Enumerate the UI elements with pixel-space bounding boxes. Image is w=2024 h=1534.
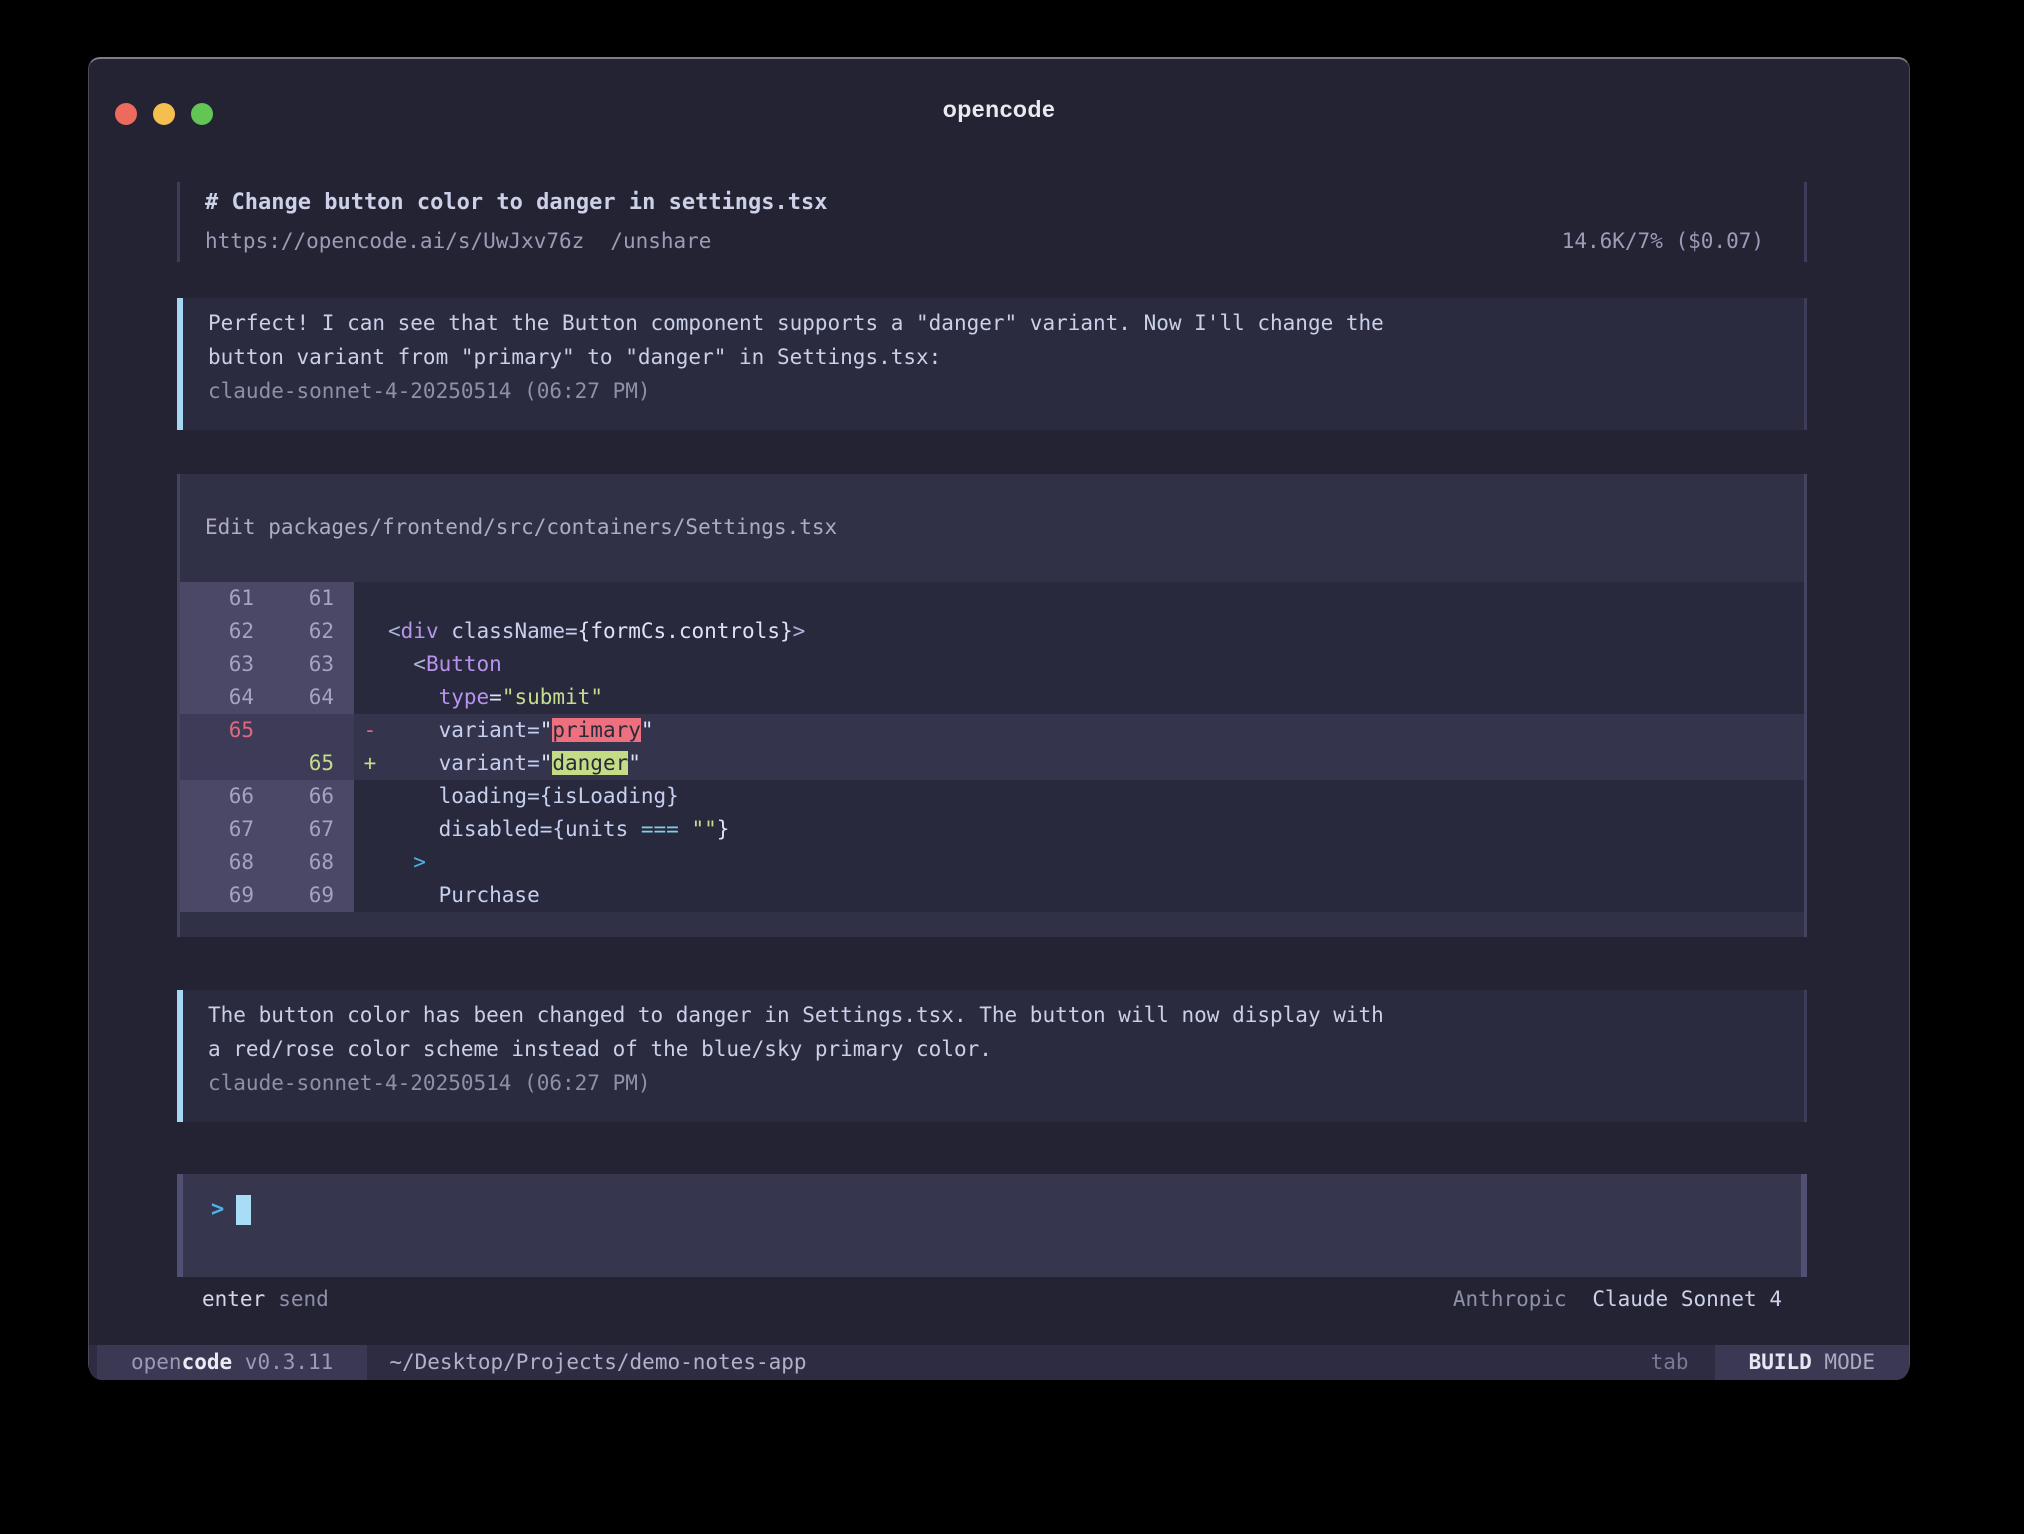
old-line-number: 69	[180, 879, 266, 912]
share-url: https://opencode.ai/s/UwJxv76z	[205, 222, 584, 260]
diff-gutter: 65	[180, 714, 354, 747]
working-directory: ~/Desktop/Projects/demo-notes-app	[389, 1345, 806, 1380]
new-line-number: 66	[266, 780, 354, 813]
session-header: # Change button color to danger in setti…	[177, 182, 1807, 262]
diff-marker	[354, 582, 386, 615]
diff-gutter: 6161	[180, 582, 354, 615]
old-line-number: 64	[180, 681, 266, 714]
diff-gutter: 6767	[180, 813, 354, 846]
mode-build-label: BUILD	[1749, 1350, 1812, 1374]
diff-row: 6363 <Button	[180, 648, 1804, 681]
new-line-number: 67	[266, 813, 354, 846]
diff-row: 65+ variant="danger"	[180, 747, 1804, 780]
app-name-code: code	[182, 1350, 233, 1374]
text-cursor	[236, 1195, 251, 1225]
new-line-number: 64	[266, 681, 354, 714]
diff-lines: 61616262 <div className={formCs.controls}…	[180, 582, 1804, 912]
new-line-number: 68	[266, 846, 354, 879]
diff-marker	[354, 879, 386, 912]
mode-toggle[interactable]: BUILD MODE	[1715, 1345, 1909, 1380]
diff-gutter: 6969	[180, 879, 354, 912]
diff-row: 6666 loading={isLoading}	[180, 780, 1804, 813]
diff-row: 6767 disabled={units === ""}	[180, 813, 1804, 846]
old-line-number: 61	[180, 582, 266, 615]
app-name-open: open	[131, 1350, 182, 1374]
diff-row: 6262 <div className={formCs.controls}>	[180, 615, 1804, 648]
message-line: button variant from "primary" to "danger…	[208, 340, 1779, 374]
screen: opencode # Change button color to danger…	[0, 0, 2024, 1534]
code-line: loading={isLoading}	[386, 780, 679, 813]
titlebar: opencode	[89, 59, 1909, 159]
new-line-number: 69	[266, 879, 354, 912]
message-line: The button color has been changed to dan…	[208, 998, 1779, 1032]
opencode-window: opencode # Change button color to danger…	[88, 57, 1910, 1378]
new-line-number: 62	[266, 615, 354, 648]
diff-row: 6969 Purchase	[180, 879, 1804, 912]
session-title: # Change button color to danger in setti…	[205, 184, 828, 222]
edit-tool-title: Edit packages/frontend/src/containers/Se…	[180, 474, 1804, 544]
new-line-number	[266, 714, 354, 747]
diff-row: 6868 >	[180, 846, 1804, 879]
old-line-number: 62	[180, 615, 266, 648]
assistant-message: Perfect! I can see that the Button compo…	[177, 298, 1807, 430]
new-line-number: 61	[266, 582, 354, 615]
diff-marker	[354, 846, 386, 879]
old-line-number: 63	[180, 648, 266, 681]
old-line-number: 65	[180, 714, 266, 747]
status-bar: opencode v0.3.11 ~/Desktop/Projects/demo…	[89, 1345, 1909, 1380]
mode-label: MODE	[1812, 1350, 1875, 1374]
assistant-message: The button color has been changed to dan…	[177, 990, 1807, 1122]
diff-row: 65 - variant="primary"	[180, 714, 1804, 747]
diff-marker	[354, 780, 386, 813]
code-line: Purchase	[386, 879, 540, 912]
app-version: v0.3.11	[232, 1350, 333, 1374]
new-line-number: 63	[266, 648, 354, 681]
old-line-number: 68	[180, 846, 266, 879]
code-line: <div className={formCs.controls}>	[386, 615, 805, 648]
prompt-input[interactable]: >	[177, 1174, 1807, 1277]
send-hint-label: send	[278, 1282, 329, 1316]
message-meta: claude-sonnet-4-20250514 (06:27 PM)	[208, 1066, 1779, 1100]
model-name: Claude Sonnet 4	[1592, 1287, 1782, 1311]
app-version-segment: opencode v0.3.11	[97, 1345, 367, 1380]
code-line: variant="primary"	[386, 714, 654, 747]
prompt-chevron: >	[211, 1193, 224, 1227]
diff-gutter: 6868	[180, 846, 354, 879]
code-line: variant="danger"	[386, 747, 641, 780]
model-provider: Anthropic	[1453, 1287, 1567, 1311]
diff-marker	[354, 681, 386, 714]
diff-gutter: 65	[180, 747, 354, 780]
enter-key-hint: enter	[202, 1282, 265, 1316]
message-line: Perfect! I can see that the Button compo…	[208, 306, 1779, 340]
diff-gutter: 6363	[180, 648, 354, 681]
edit-tool-block: Edit packages/frontend/src/containers/Se…	[177, 474, 1807, 937]
hints-row: enter send Anthropic Claude Sonnet 4	[177, 1282, 1807, 1316]
token-usage: 14.6K/7% ($0.07)	[1562, 222, 1764, 260]
diff-marker	[354, 813, 386, 846]
diff-row: 6161	[180, 582, 1804, 615]
new-line-number: 65	[266, 747, 354, 780]
code-line	[386, 582, 388, 615]
window-title: opencode	[89, 92, 1909, 126]
diff-marker: +	[354, 747, 386, 780]
code-line: >	[386, 846, 426, 879]
old-line-number	[180, 747, 266, 780]
code-line: <Button	[386, 648, 502, 681]
code-line: type="submit"	[386, 681, 603, 714]
model-indicator: Anthropic Claude Sonnet 4	[1453, 1282, 1782, 1316]
old-line-number: 67	[180, 813, 266, 846]
message-meta: claude-sonnet-4-20250514 (06:27 PM)	[208, 374, 1779, 408]
unshare-command: /unshare	[610, 222, 711, 260]
old-line-number: 66	[180, 780, 266, 813]
message-line: a red/rose color scheme instead of the b…	[208, 1032, 1779, 1066]
diff-marker	[354, 615, 386, 648]
tab-key-hint: tab	[1651, 1345, 1715, 1380]
diff-row: 6464 type="submit"	[180, 681, 1804, 714]
diff-gutter: 6666	[180, 780, 354, 813]
diff-gutter: 6464	[180, 681, 354, 714]
diff-marker	[354, 648, 386, 681]
diff-gutter: 6262	[180, 615, 354, 648]
diff-marker: -	[354, 714, 386, 747]
code-line: disabled={units === ""}	[386, 813, 729, 846]
